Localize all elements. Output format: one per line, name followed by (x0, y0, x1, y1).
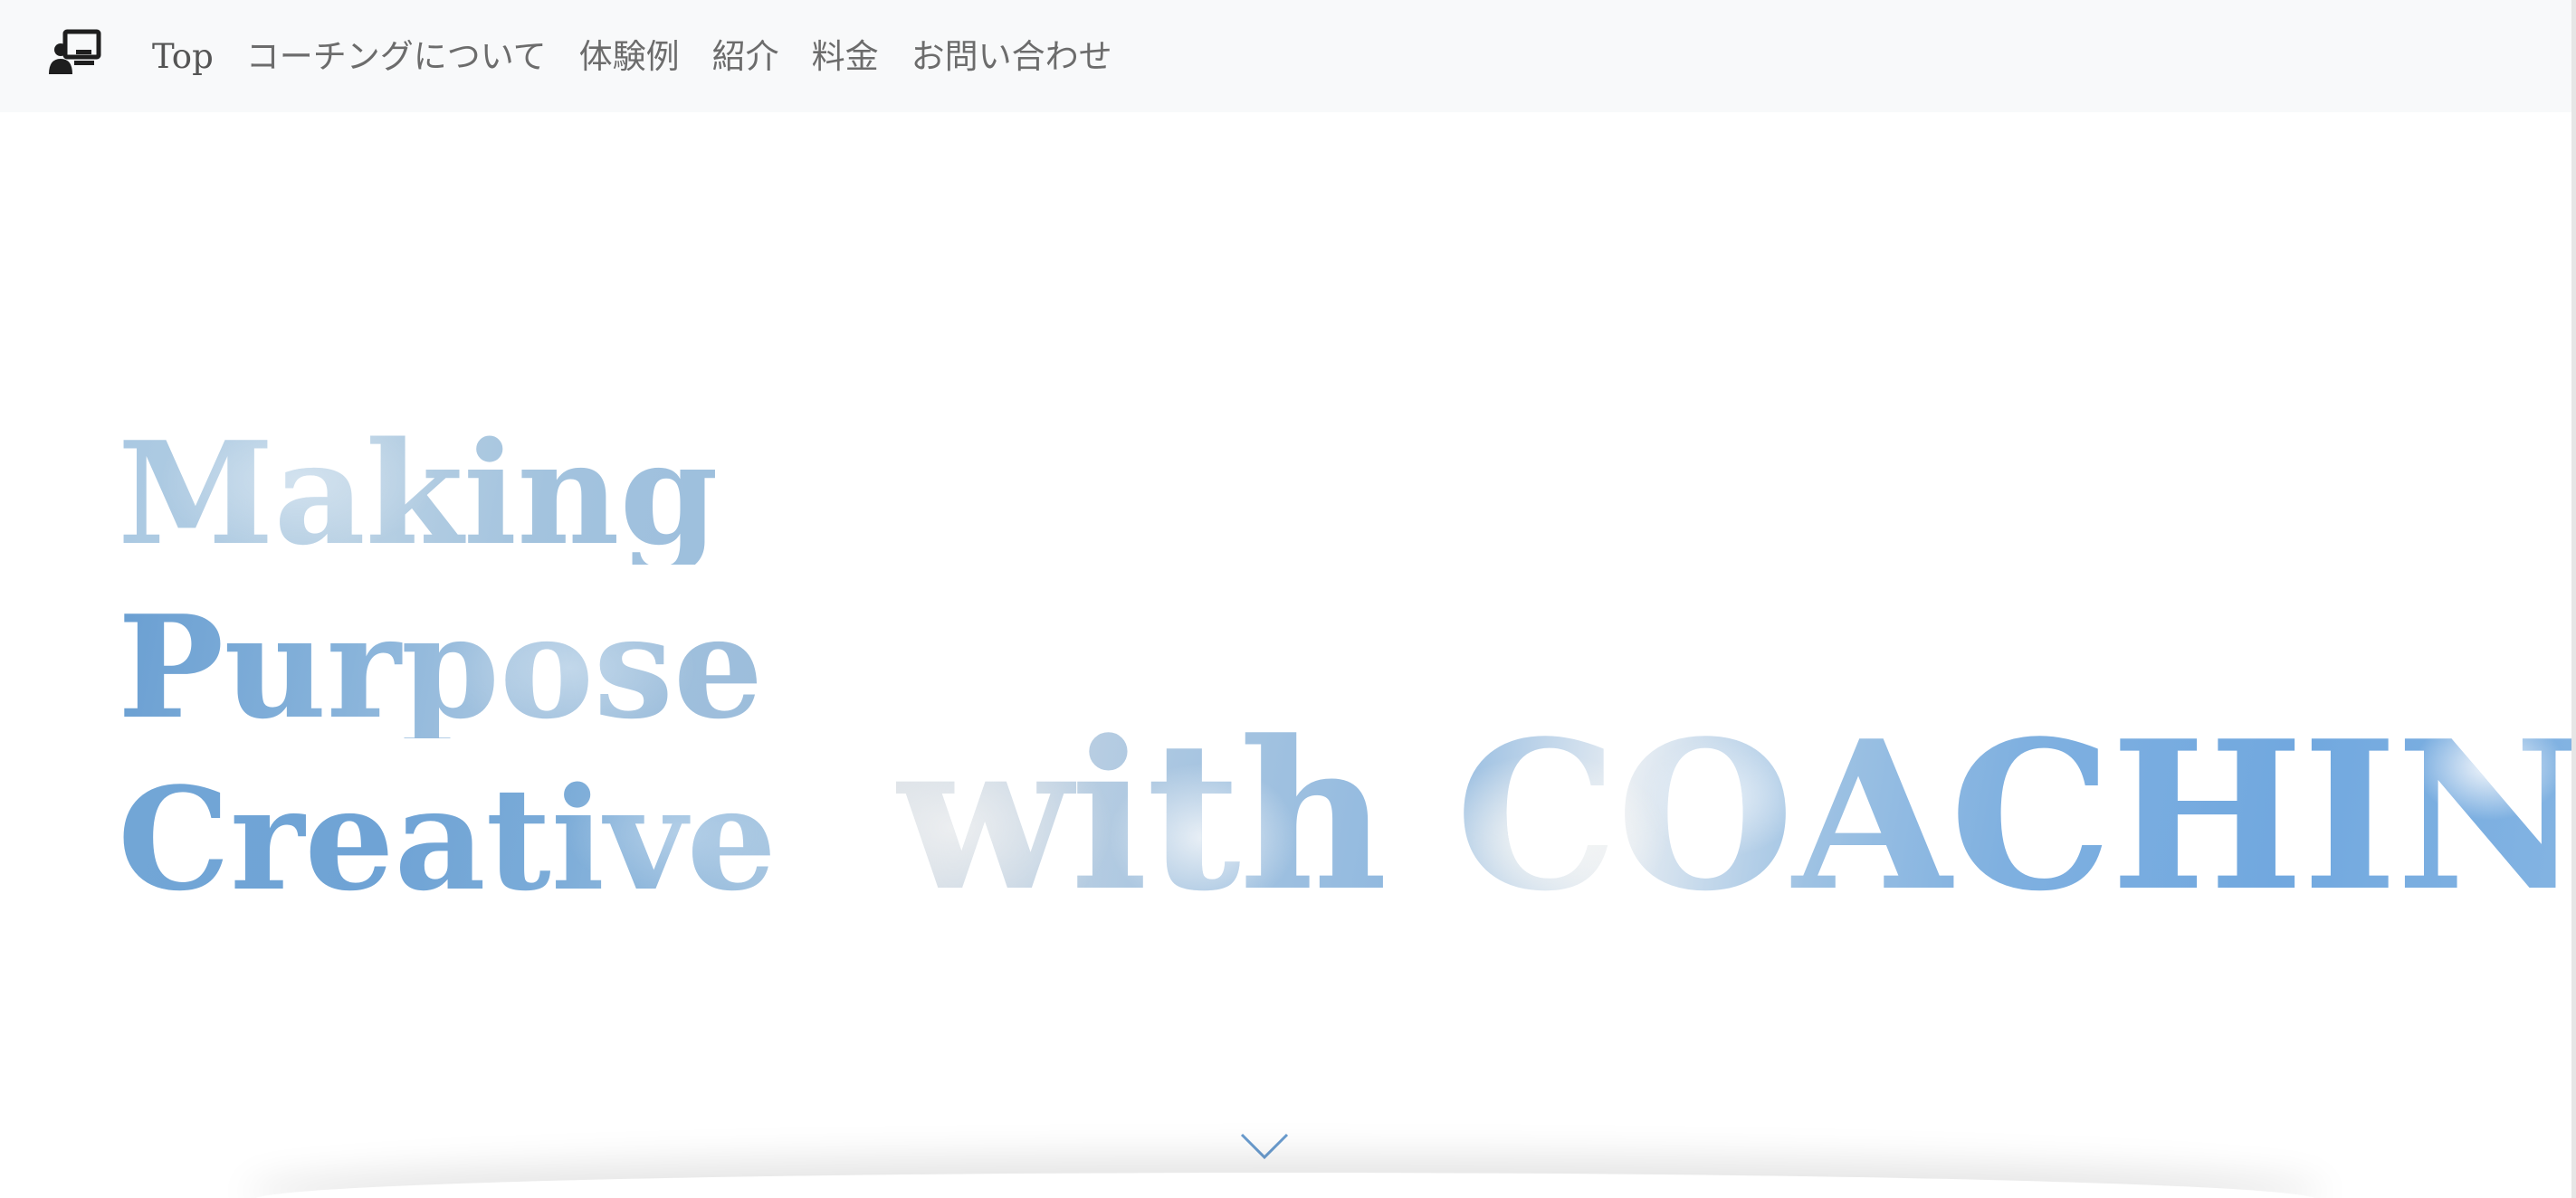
hero-word-purpose: Purpose (118, 585, 764, 750)
nav-link-examples[interactable]: 体験例 (563, 40, 696, 73)
navbar: Top コーチングについて 体験例 紹介 料金 お問い合わせ (0, 0, 2576, 112)
hero-word-making: Making (118, 411, 719, 576)
nav-links: Top コーチングについて 体験例 紹介 料金 お問い合わせ (136, 0, 1129, 112)
hero-word-creative: Creative (118, 756, 777, 922)
page: Top コーチングについて 体験例 紹介 料金 お問い合わせ Making Pu… (0, 0, 2576, 1198)
nav-link-pricing[interactable]: 料金 (796, 40, 895, 73)
presenter-board-icon[interactable] (49, 29, 101, 76)
nav-link-top[interactable]: Top (136, 40, 230, 73)
hero-tagline: with COACHING. (896, 715, 2576, 919)
nav-link-introduction[interactable]: 紹介 (696, 40, 796, 73)
nav-link-contact[interactable]: お問い合わせ (895, 40, 1129, 73)
chevron-down-icon[interactable] (1240, 1131, 1289, 1162)
scrollbar[interactable] (2571, 0, 2576, 1198)
nav-link-about-coaching[interactable]: コーチングについて (230, 40, 563, 73)
next-section-shadow (253, 1173, 2317, 1198)
